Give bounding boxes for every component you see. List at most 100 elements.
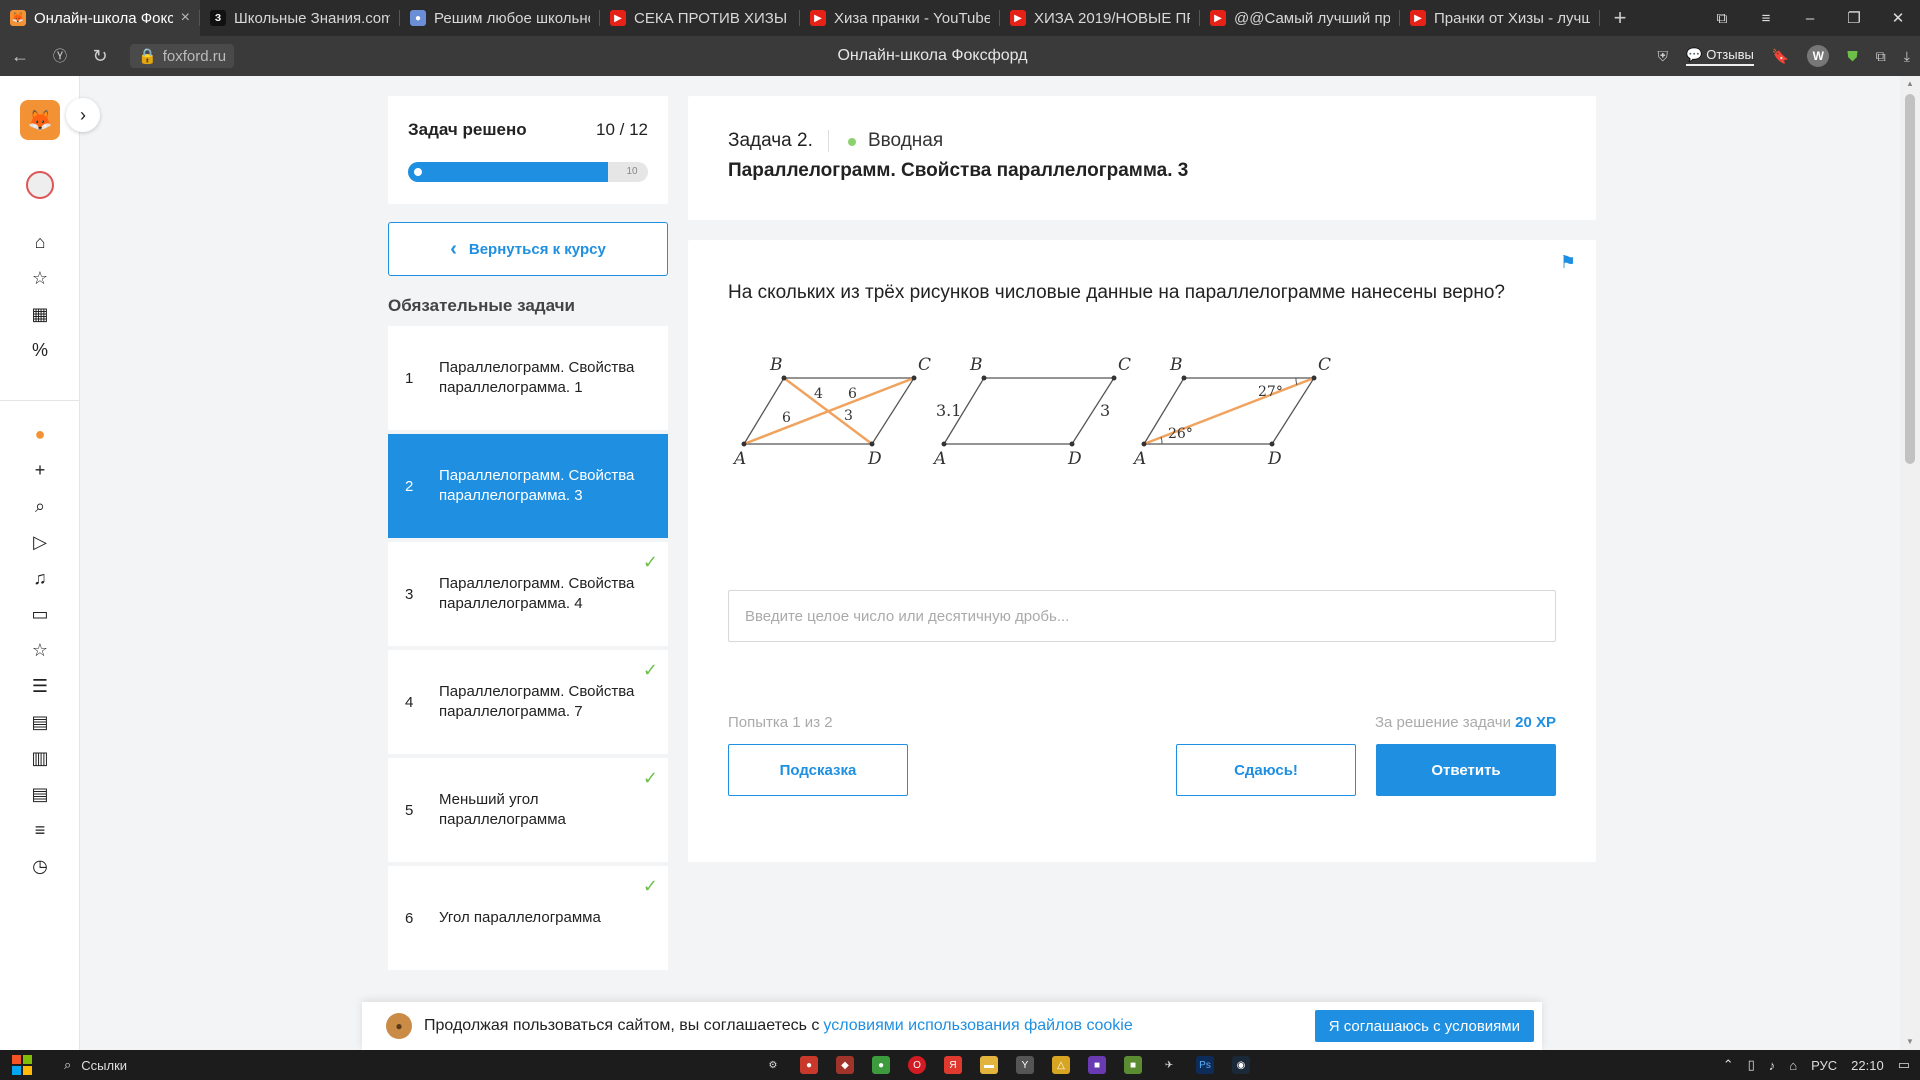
task-list-item[interactable]: 2 Параллелограмм. Свойства параллелограмм… — [388, 434, 668, 538]
task-question: На скольких из трёх рисунков числовые да… — [728, 282, 1505, 303]
close-window-icon[interactable]: ✕ — [1876, 0, 1920, 36]
new-tab-icon[interactable]: + — [1600, 0, 1640, 36]
task-item-number: 6 — [405, 909, 414, 927]
restore-icon[interactable]: ❐ — [1832, 0, 1876, 36]
foxford-logo[interactable]: 🦊 — [20, 100, 60, 140]
browser-tab[interactable]: 🦊 Онлайн-школа Фоксфорд × — [0, 0, 200, 36]
plus-icon[interactable]: + — [28, 458, 52, 482]
task-list-item[interactable]: 3 Параллелограмм. Свойства параллелограмм… — [388, 542, 668, 646]
cookie-policy-link[interactable]: условиями использования файлов cookie — [823, 1017, 1132, 1035]
browser-tab[interactable]: ▶ Хиза пранки - YouTube — [800, 0, 1000, 36]
submit-button[interactable]: Ответить — [1376, 744, 1556, 796]
start-button[interactable] — [0, 1050, 44, 1080]
chevron-right-icon[interactable]: › — [66, 98, 100, 132]
volume-icon[interactable]: ♪ — [1769, 1058, 1776, 1073]
shield-icon[interactable]: ⛊ — [1847, 48, 1858, 65]
search-icon[interactable]: ⌕ — [28, 494, 52, 518]
star-icon[interactable]: ☆ — [28, 266, 52, 290]
fig3-label-d: D — [1267, 449, 1282, 469]
download-icon[interactable]: ⤓ — [1904, 48, 1910, 65]
app-icon-crimson[interactable]: ◆ — [836, 1056, 854, 1074]
clock[interactable]: 22:10 — [1851, 1058, 1884, 1073]
fig2-label-c: C — [1118, 355, 1131, 375]
scroll-thumb[interactable] — [1905, 94, 1915, 464]
document-icon[interactable]: ▤ — [28, 782, 52, 806]
minecraft-icon[interactable]: ■ — [1124, 1056, 1142, 1074]
steam-icon[interactable]: ◉ — [1232, 1056, 1250, 1074]
tab-list-icon[interactable]: ⧉ — [1700, 0, 1744, 36]
back-nav-icon[interactable]: ← — [0, 36, 40, 76]
app-icon-plane[interactable]: ✈ — [1160, 1056, 1178, 1074]
scroll-up-icon[interactable]: ▲ — [1900, 76, 1920, 92]
chevron-up-icon[interactable]: ⌃ — [1723, 1057, 1734, 1073]
yandex-icon[interactable]: Ⓨ — [40, 36, 80, 76]
browser-tab[interactable]: ● Решим любое школьное — [400, 0, 600, 36]
browser-tab[interactable]: З Школьные Знания.com - — [200, 0, 400, 36]
tab-favicon-icon: ▶ — [610, 10, 626, 26]
notifications-icon[interactable]: ▭ — [1898, 1057, 1910, 1073]
taskbar-search[interactable]: ⌕ Ссылки — [44, 1050, 704, 1080]
answer-input[interactable] — [728, 590, 1556, 642]
fire-icon[interactable]: ● — [28, 422, 52, 446]
yandex-browser-icon[interactable]: Y — [1016, 1056, 1034, 1074]
storage-icon[interactable]: ☰ — [28, 674, 52, 698]
reviews-button[interactable]: 💬 Отзывы — [1686, 47, 1754, 66]
task-item-title: Меньший угол параллелограмма — [439, 791, 566, 828]
folder-icon[interactable]: ▬ — [980, 1056, 998, 1074]
profile-avatar[interactable]: W — [1807, 45, 1830, 67]
browser-tab[interactable]: ▶ @@Самый лучший пранк — [1200, 0, 1400, 36]
bookmark-icon[interactable]: 🔖 — [1772, 48, 1789, 65]
app-icon-yellow[interactable]: △ — [1052, 1056, 1070, 1074]
battery-icon[interactable]: ▯ — [1748, 1057, 1755, 1073]
clock-icon[interactable]: ◷ — [28, 854, 52, 878]
browser-tab[interactable]: ▶ СЕКА ПРОТИВ ХИЗЫ | Ми — [600, 0, 800, 36]
headphones-icon[interactable]: ♫ — [28, 566, 52, 590]
notebook-icon[interactable]: ▤ — [28, 710, 52, 734]
minimize-icon[interactable]: – — [1788, 0, 1832, 36]
task-list-item[interactable]: 1 Параллелограмм. Свойства параллелограмм… — [388, 326, 668, 430]
play-icon[interactable]: ▷ — [28, 530, 52, 554]
parallelogram-figures: A B C D 4 6 6 3 A B C D 3.1 3 A B C D 27… — [732, 355, 1331, 469]
fig1-label-b: B — [769, 355, 783, 375]
attempt-counter: Попытка 1 из 2 — [728, 714, 833, 731]
network-icon[interactable]: ⌂ — [1789, 1058, 1797, 1073]
tab-close-icon[interactable]: × — [181, 9, 190, 27]
address-bar-actions: ⛨ 💬 Отзывы 🔖 W ⛊ ⧉ ⤓ — [1658, 45, 1910, 67]
back-to-course-button[interactable]: ‹ Вернуться к курсу — [388, 222, 668, 276]
reload-icon[interactable]: ↻ — [80, 36, 120, 76]
language-indicator[interactable]: РУС — [1811, 1058, 1837, 1073]
percent-icon[interactable]: % — [28, 338, 52, 362]
browser-tab[interactable]: ▶ ХИЗА 2019/НОВЫЕ ПРАН — [1000, 0, 1200, 36]
photoshop-icon[interactable]: Ps — [1196, 1056, 1214, 1074]
yandex-app-icon[interactable]: Я — [944, 1056, 962, 1074]
home-icon[interactable]: ⌂ — [28, 230, 52, 254]
section-title: Обязательные задачи — [388, 296, 575, 315]
scroll-down-icon[interactable]: ▼ — [1900, 1034, 1920, 1050]
settings-app-icon[interactable]: ⚙ — [764, 1056, 782, 1074]
accept-cookies-button[interactable]: Я соглашаюсь с условиями — [1314, 1010, 1534, 1042]
progress-fill — [408, 162, 608, 182]
calendar-icon[interactable]: ▦ — [28, 302, 52, 326]
task-list-item[interactable]: 6 Угол параллелограмма ✓ — [388, 866, 668, 970]
hint-button[interactable]: Подсказка — [728, 744, 908, 796]
app-icon-red[interactable]: ● — [800, 1056, 818, 1074]
flag-icon[interactable]: ⚑ — [1560, 252, 1576, 273]
collections-icon[interactable]: ⧉ — [1876, 48, 1886, 65]
list-icon[interactable]: ≡ — [28, 818, 52, 842]
menu-icon[interactable]: ≡ — [1744, 0, 1788, 36]
user-avatar[interactable] — [26, 171, 54, 199]
star-outline-icon[interactable]: ☆ — [28, 638, 52, 662]
give-up-button[interactable]: Сдаюсь! — [1176, 744, 1356, 796]
browser-tab[interactable]: ▶ Пранки от Хизы - лучшие — [1400, 0, 1600, 36]
book-icon[interactable]: ▥ — [28, 746, 52, 770]
protect-icon[interactable]: ⛨ — [1658, 48, 1669, 65]
opera-icon[interactable]: O — [908, 1056, 926, 1074]
presentation-icon[interactable]: ▭ — [28, 602, 52, 626]
task-list-item[interactable]: 5 Меньший угол параллелограмма ✓ — [388, 758, 668, 862]
page-scrollbar[interactable]: ▲ ▼ — [1900, 76, 1920, 1050]
figure-1: A B C D 4 6 6 3 — [732, 355, 931, 469]
app-icon-green[interactable]: ● — [872, 1056, 890, 1074]
app-icon-purple[interactable]: ■ — [1088, 1056, 1106, 1074]
task-list-item[interactable]: 4 Параллелограмм. Свойства параллелограмм… — [388, 650, 668, 754]
url-field[interactable]: 🔒 foxford.ru — [130, 44, 235, 68]
